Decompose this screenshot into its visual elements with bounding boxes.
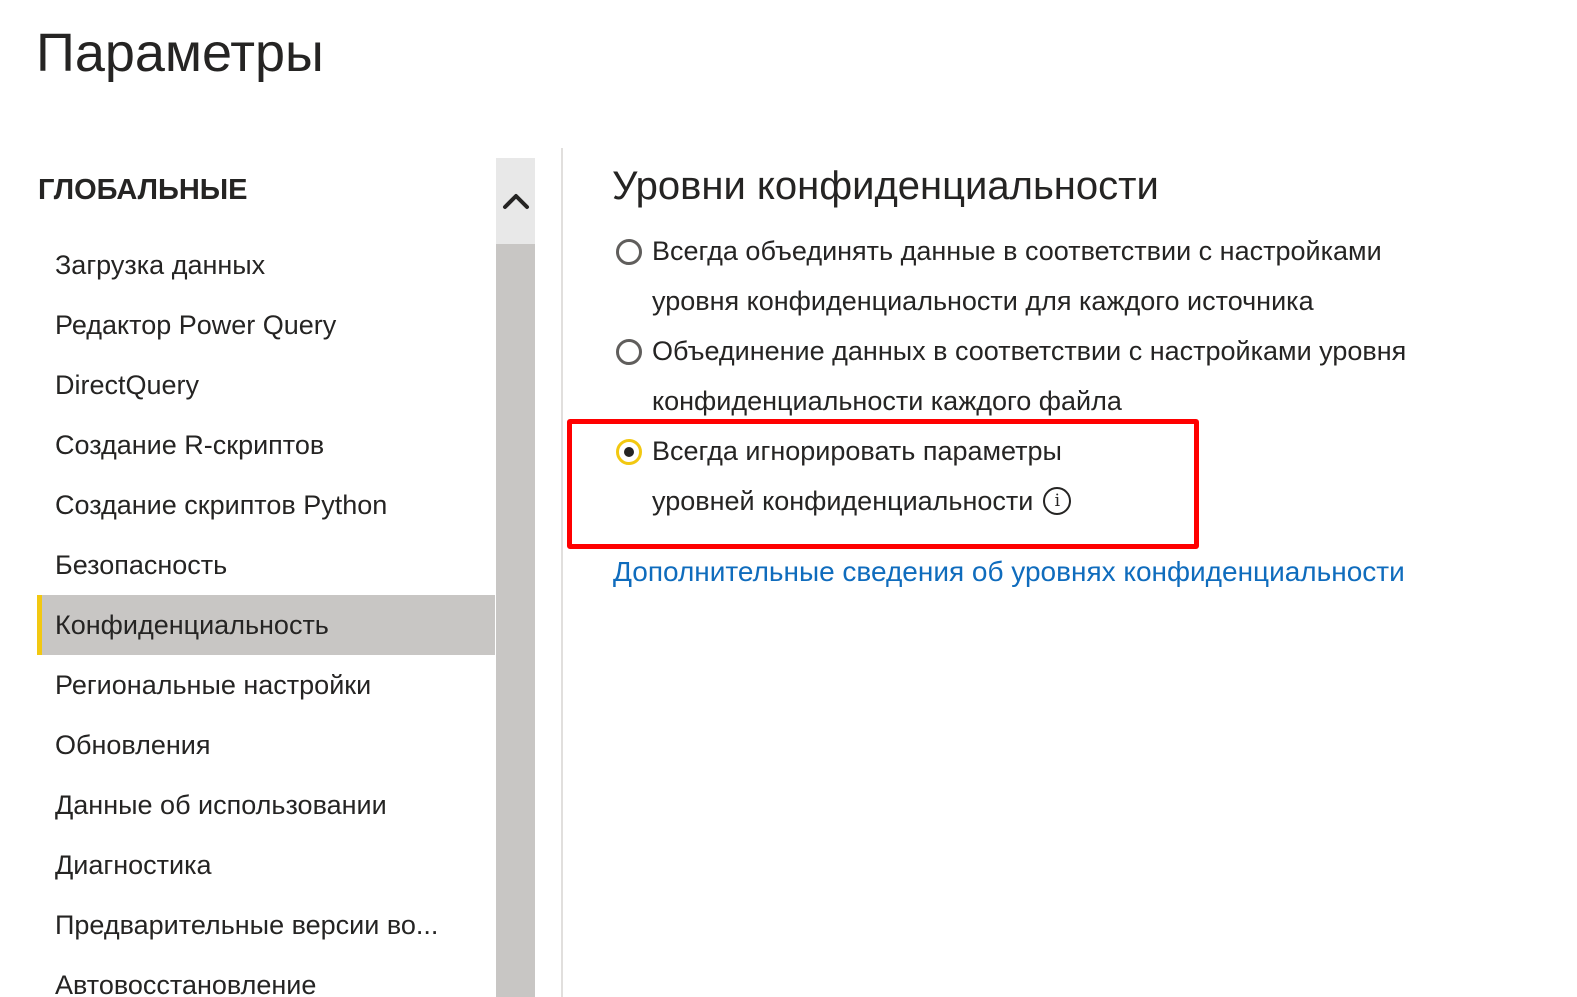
panel-title: Уровни конфиденциальности (612, 164, 1159, 208)
sidebar: ГЛОБАЛЬНЫЕ Загрузка данных Редактор Powe… (0, 150, 495, 997)
sidebar-item-directquery[interactable]: DirectQuery (37, 355, 495, 415)
scroll-up-button[interactable] (496, 158, 535, 244)
radio-option-combine-per-file[interactable]: Объединение данных в соответствии с наст… (612, 326, 1552, 426)
sidebar-item-auto-recovery[interactable]: Автовосстановление (37, 955, 495, 997)
sidebar-scrollbar[interactable] (496, 158, 535, 997)
options-dialog: Параметры ГЛОБАЛЬНЫЕ Загрузка данных Ред… (0, 0, 1577, 997)
sidebar-item-power-query-editor[interactable]: Редактор Power Query (37, 295, 495, 355)
radio-option-combine-per-source[interactable]: Всегда объединять данные в соответствии … (612, 226, 1552, 326)
radio-button-unchecked[interactable] (616, 239, 642, 265)
radio-button-unchecked[interactable] (616, 339, 642, 365)
sidebar-item-r-scripting[interactable]: Создание R-скриптов (37, 415, 495, 475)
sidebar-item-updates[interactable]: Обновления (37, 715, 495, 775)
nav-list: Загрузка данных Редактор Power Query Dir… (37, 235, 495, 997)
radio-option-label-line2: уровня конфиденциальности для каждого ис… (652, 286, 1314, 316)
sidebar-item-security[interactable]: Безопасность (37, 535, 495, 595)
dialog-title: Параметры (36, 23, 324, 83)
info-icon[interactable]: i (1043, 486, 1072, 515)
sidebar-item-python-scripting[interactable]: Создание скриптов Python (37, 475, 495, 535)
radio-option-ignore-privacy-levels[interactable]: Всегда игнорировать параметры уровней ко… (612, 426, 1552, 526)
privacy-level-radio-group: Всегда объединять данные в соответствии … (612, 226, 1552, 526)
sidebar-item-data-load[interactable]: Загрузка данных (37, 235, 495, 295)
privacy-settings-panel: Уровни конфиденциальности Всегда объедин… (612, 158, 1552, 516)
radio-option-label-line1: Объединение данных в соответствии с наст… (652, 336, 1407, 366)
radio-option-label-line1: Всегда объединять данные в соответствии … (652, 236, 1382, 266)
sidebar-item-diagnostics[interactable]: Диагностика (37, 835, 495, 895)
privacy-levels-learn-more-link[interactable]: Дополнительные сведения об уровнях конфи… (613, 556, 1405, 588)
pane-divider (561, 148, 563, 997)
sidebar-item-regional-settings[interactable]: Региональные настройки (37, 655, 495, 715)
radio-option-label-line2: конфиденциальности каждого файла (652, 386, 1122, 416)
radio-button-checked[interactable] (616, 439, 642, 465)
radio-option-label-text: уровней конфиденциальности (652, 486, 1034, 516)
radio-option-label-line2: уровней конфиденциальности i (652, 476, 1552, 526)
sidebar-item-preview-features[interactable]: Предварительные версии во... (37, 895, 495, 955)
sidebar-item-privacy[interactable]: Конфиденциальность (37, 595, 495, 655)
chevron-up-icon (502, 194, 529, 209)
radio-option-label-line1: Всегда игнорировать параметры (652, 436, 1062, 466)
sidebar-item-usage-data[interactable]: Данные об использовании (37, 775, 495, 835)
section-header-global: ГЛОБАЛЬНЫЕ (38, 174, 248, 206)
